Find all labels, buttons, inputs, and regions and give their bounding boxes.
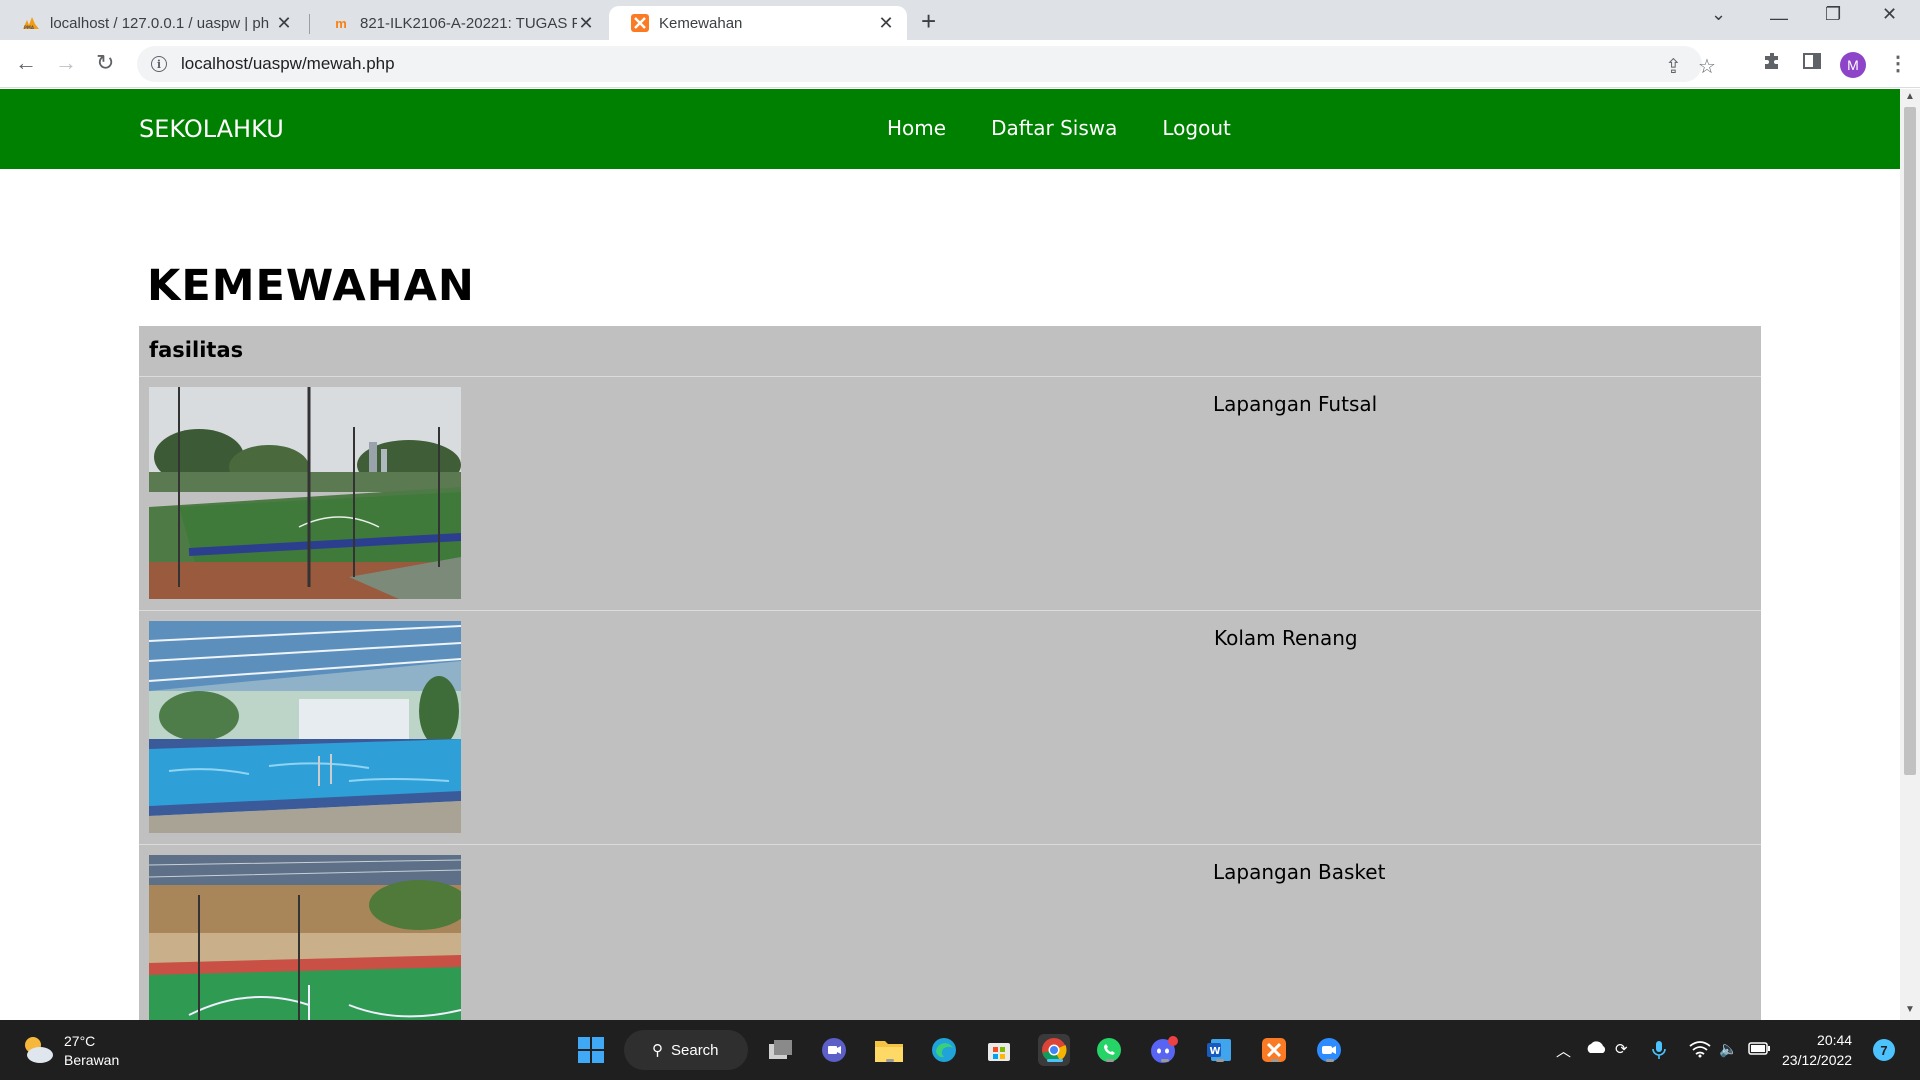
moodle-icon: m bbox=[335, 15, 347, 31]
nav-menu: Home Daftar Siswa Logout bbox=[887, 116, 1231, 140]
discord-icon[interactable] bbox=[1148, 1034, 1180, 1066]
table-header: fasilitas bbox=[139, 326, 1761, 377]
running-indicator bbox=[1271, 1059, 1279, 1062]
chrome-browser-icon[interactable] bbox=[1038, 1034, 1070, 1066]
profile-avatar[interactable]: M bbox=[1840, 52, 1866, 78]
scrollbar-thumb[interactable] bbox=[1904, 107, 1916, 775]
address-bar[interactable]: i localhost/uaspw/mewah.php ⇪ ☆ bbox=[137, 46, 1716, 82]
side-panel-icon[interactable] bbox=[1802, 51, 1822, 77]
svg-text:PMA: PMA bbox=[24, 25, 35, 30]
running-indicator bbox=[1106, 1059, 1114, 1062]
onedrive-cloud-icon[interactable] bbox=[1585, 1038, 1607, 1058]
file-explorer-icon[interactable] bbox=[873, 1034, 905, 1066]
facility-name: Lapangan Basket bbox=[1213, 860, 1386, 884]
show-hidden-icons-chevron-icon[interactable]: ︿ bbox=[1556, 1040, 1571, 1061]
battery-icon[interactable] bbox=[1748, 1040, 1772, 1060]
microsoft-word-icon[interactable]: W bbox=[1203, 1034, 1235, 1066]
taskbar: 27°C Berawan ⚲ Search W ︿ ⟳ 🔈 20:44 23/1… bbox=[0, 1020, 1920, 1080]
wifi-icon[interactable] bbox=[1689, 1040, 1711, 1062]
microsoft-store-icon[interactable] bbox=[983, 1034, 1015, 1066]
taskbar-search[interactable]: ⚲ Search bbox=[624, 1030, 748, 1070]
table-row: Kolam Renang bbox=[139, 611, 1761, 845]
scroll-up-arrow-icon[interactable]: ▲ bbox=[1905, 91, 1915, 102]
tab-kemewahan[interactable]: Kemewahan ✕ bbox=[609, 6, 907, 40]
xampp-control-icon[interactable] bbox=[1258, 1034, 1290, 1066]
zoom-icon[interactable] bbox=[1313, 1034, 1345, 1066]
weather-desc: Berawan bbox=[64, 1052, 120, 1068]
edge-browser-icon[interactable] bbox=[928, 1034, 960, 1066]
tab-title: Kemewahan bbox=[659, 14, 743, 32]
tab-moodle[interactable]: m 821-ILK2106-A-20221: TUGAS PE ✕ bbox=[310, 6, 607, 40]
share-icon[interactable]: ⇪ bbox=[1665, 54, 1682, 79]
weather-temp: 27°C bbox=[64, 1033, 96, 1049]
svg-text:W: W bbox=[1210, 1046, 1221, 1057]
xampp-icon bbox=[631, 14, 649, 32]
search-label: Search bbox=[671, 1041, 719, 1059]
cloudy-weather-icon bbox=[20, 1034, 54, 1069]
clock-date: 23/12/2022 bbox=[1782, 1052, 1853, 1068]
task-view-icon[interactable] bbox=[764, 1034, 796, 1066]
scroll-down-arrow-icon[interactable]: ▼ bbox=[1905, 1004, 1915, 1015]
page-viewport: SEKOLAHKU Home Daftar Siswa Logout KEMEW… bbox=[0, 89, 1900, 1020]
forward-button[interactable]: → bbox=[55, 50, 77, 76]
weather-widget[interactable]: 27°C Berawan bbox=[20, 1032, 119, 1070]
nav-home[interactable]: Home bbox=[887, 116, 946, 140]
nav-logout[interactable]: Logout bbox=[1162, 116, 1230, 140]
site-info-icon[interactable]: i bbox=[151, 56, 167, 72]
close-icon[interactable]: ✕ bbox=[577, 13, 595, 34]
back-button[interactable]: ← bbox=[15, 50, 37, 76]
reload-button[interactable]: ↻ bbox=[96, 50, 114, 76]
tab-search-chevron-icon[interactable]: ⌄ bbox=[1711, 4, 1726, 25]
tab-phpmyadmin[interactable]: PMA localhost / 127.0.0.1 / uaspw | ph ✕ bbox=[0, 6, 305, 40]
phpmyadmin-icon: PMA bbox=[22, 14, 40, 32]
nav-daftar-siswa[interactable]: Daftar Siswa bbox=[991, 116, 1117, 140]
swimming-pool-photo bbox=[149, 621, 461, 833]
running-indicator bbox=[1326, 1059, 1334, 1062]
restore-button[interactable]: ❐ bbox=[1825, 4, 1841, 25]
futsal-court-photo bbox=[149, 387, 461, 599]
facility-name: Lapangan Futsal bbox=[1213, 392, 1378, 416]
table-row: Lapangan Futsal bbox=[139, 377, 1761, 611]
browser-toolbar: ← → ↻ i localhost/uaspw/mewah.php ⇪ ☆ M … bbox=[0, 40, 1920, 88]
new-tab-button[interactable]: + bbox=[921, 7, 936, 35]
tab-strip: PMA localhost / 127.0.0.1 / uaspw | ph ✕… bbox=[0, 0, 1920, 40]
system-clock[interactable]: 20:44 23/12/2022 bbox=[1782, 1030, 1852, 1070]
search-icon: ⚲ bbox=[652, 1042, 663, 1059]
url-text: localhost/uaspw/mewah.php bbox=[181, 54, 395, 73]
running-indicator bbox=[1161, 1059, 1169, 1062]
table-row: Lapangan Basket bbox=[139, 845, 1761, 1020]
close-window-button[interactable]: ✕ bbox=[1882, 4, 1897, 25]
site-navbar: SEKOLAHKU Home Daftar Siswa Logout bbox=[0, 89, 1900, 169]
tab-title: 821-ILK2106-A-20221: TUGAS PE bbox=[360, 14, 577, 32]
active-indicator bbox=[1047, 1059, 1063, 1062]
clock-time: 20:44 bbox=[1817, 1032, 1853, 1048]
microphone-icon[interactable] bbox=[1652, 1040, 1666, 1064]
notification-badge[interactable]: 7 bbox=[1873, 1039, 1895, 1061]
minimize-button[interactable]: — bbox=[1770, 8, 1788, 29]
close-icon[interactable]: ✕ bbox=[877, 13, 895, 34]
windows-start-icon[interactable] bbox=[575, 1034, 607, 1066]
extensions-icon[interactable] bbox=[1762, 51, 1782, 77]
volume-icon[interactable]: 🔈 bbox=[1719, 1040, 1738, 1058]
page-scrollbar[interactable]: ▲ ▼ bbox=[1900, 89, 1920, 1020]
page-title: KEMEWAHAN bbox=[147, 261, 475, 311]
running-indicator bbox=[886, 1059, 894, 1062]
tab-title: localhost / 127.0.0.1 / uaspw | ph bbox=[50, 14, 270, 32]
site-brand[interactable]: SEKOLAHKU bbox=[139, 115, 284, 143]
facilities-table: fasilitas Lapangan Futsal Kolam Renang L… bbox=[139, 326, 1761, 1020]
sync-icon[interactable]: ⟳ bbox=[1615, 1040, 1628, 1058]
close-icon[interactable]: ✕ bbox=[275, 13, 293, 34]
basketball-court-photo bbox=[149, 855, 461, 1020]
bookmark-star-icon[interactable]: ☆ bbox=[1698, 54, 1716, 79]
whatsapp-icon[interactable] bbox=[1093, 1034, 1125, 1066]
running-indicator bbox=[1216, 1059, 1224, 1062]
facility-name: Kolam Renang bbox=[1214, 626, 1358, 650]
menu-kebab-icon[interactable]: ⋮ bbox=[1888, 51, 1908, 76]
teams-chat-icon[interactable] bbox=[818, 1034, 850, 1066]
